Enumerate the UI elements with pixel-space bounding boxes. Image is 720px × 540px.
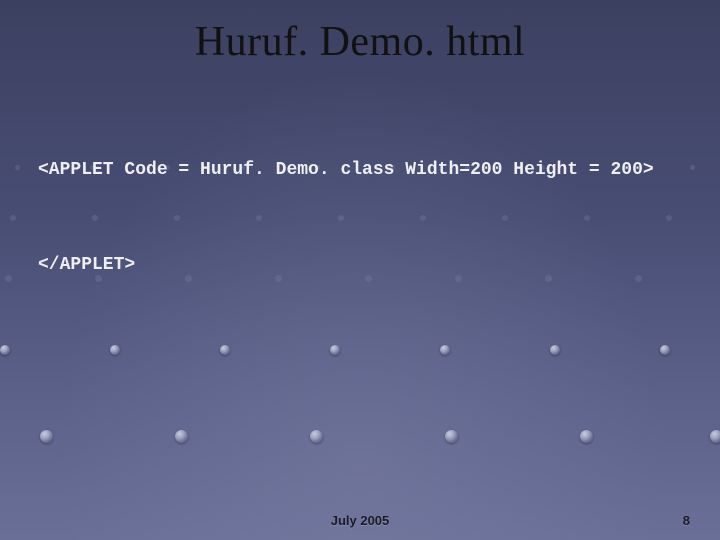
footer-page-number: 8 [683, 513, 690, 528]
slide-title: Huruf. Demo. html [0, 18, 720, 66]
bg-dot [710, 430, 720, 443]
code-block: <APPLET Code = Huruf. Demo. class Width=… [38, 92, 682, 344]
bg-dot [110, 345, 120, 355]
bg-dot [5, 275, 12, 282]
bg-dot [690, 165, 695, 170]
bg-dot [550, 345, 560, 355]
bg-dot [580, 430, 593, 443]
bg-dot [660, 345, 670, 355]
bg-dot [40, 430, 53, 443]
code-line: <APPLET Code = Huruf. Demo. class Width=… [38, 155, 682, 187]
bg-dot [220, 345, 230, 355]
bg-dot [445, 430, 458, 443]
code-line: </APPLET> [38, 250, 682, 282]
bg-dot [0, 345, 10, 355]
slide: Huruf. Demo. html <APPLET Code = Huruf. … [0, 0, 720, 540]
footer-date: July 2005 [0, 513, 720, 528]
bg-dot [310, 430, 323, 443]
bg-dot [330, 345, 340, 355]
bg-dot [10, 215, 16, 221]
bg-dot [15, 165, 20, 170]
bg-dot [440, 345, 450, 355]
bg-dot [175, 430, 188, 443]
